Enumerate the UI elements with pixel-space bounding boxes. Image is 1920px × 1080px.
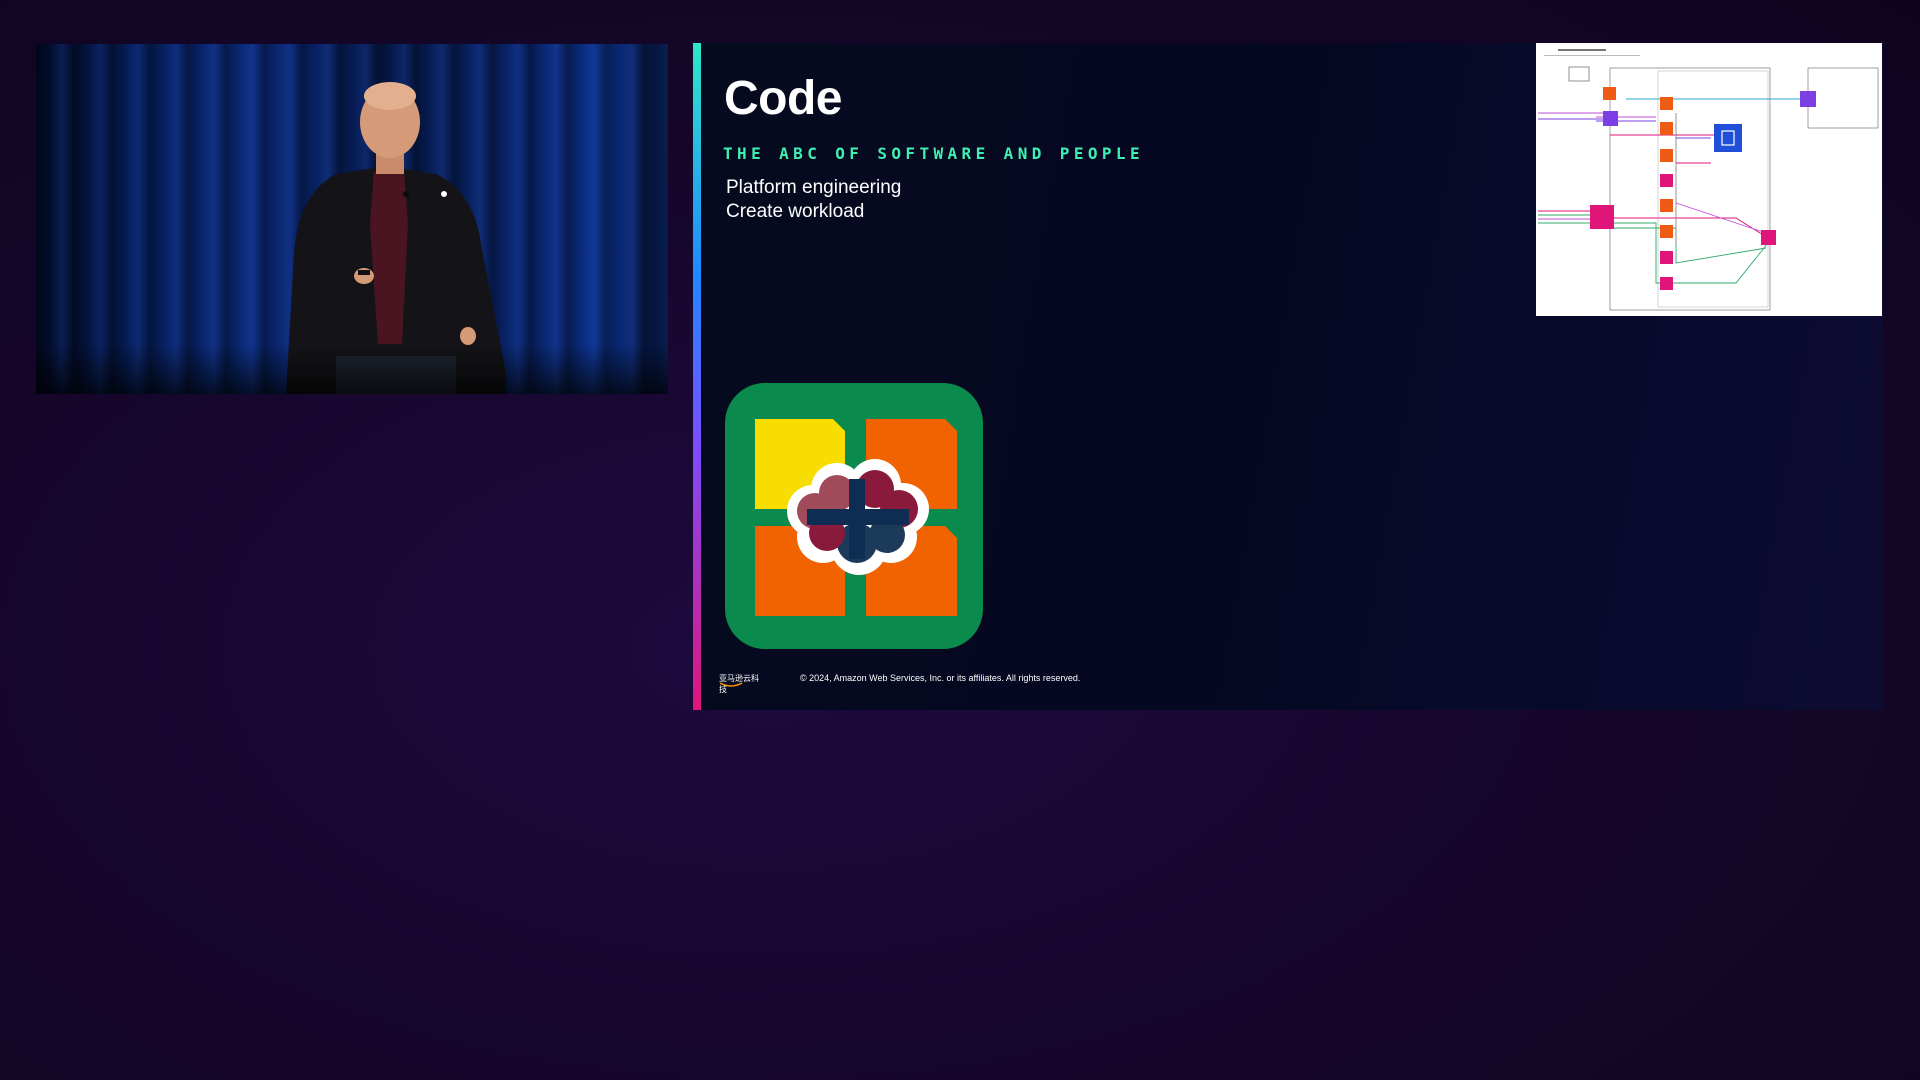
- slide-bullet-list: Platform engineering Create workload: [726, 176, 901, 224]
- speaker-video-feed: [36, 44, 668, 394]
- eventbridge-icon: [1590, 174, 1776, 290]
- speaker-figure: [286, 82, 506, 394]
- dynamodb-icon: [1714, 124, 1742, 152]
- aws-smile-icon: [719, 682, 743, 687]
- slide-subtitle: THE ABC OF SOFTWARE AND PEOPLE: [723, 144, 1144, 163]
- slide-title: Code: [724, 72, 843, 125]
- slide-bullet: Platform engineering: [726, 177, 902, 198]
- slide-bullet: Create workload: [726, 201, 865, 222]
- slide-copyright: © 2024, Amazon Web Services, Inc. or its…: [800, 673, 1081, 683]
- app-logo-icon: [725, 383, 983, 649]
- architecture-diagram: [1536, 43, 1882, 316]
- aws-logo: 亚马逊云科技: [719, 673, 765, 694]
- slide-accent-bar: [693, 43, 701, 710]
